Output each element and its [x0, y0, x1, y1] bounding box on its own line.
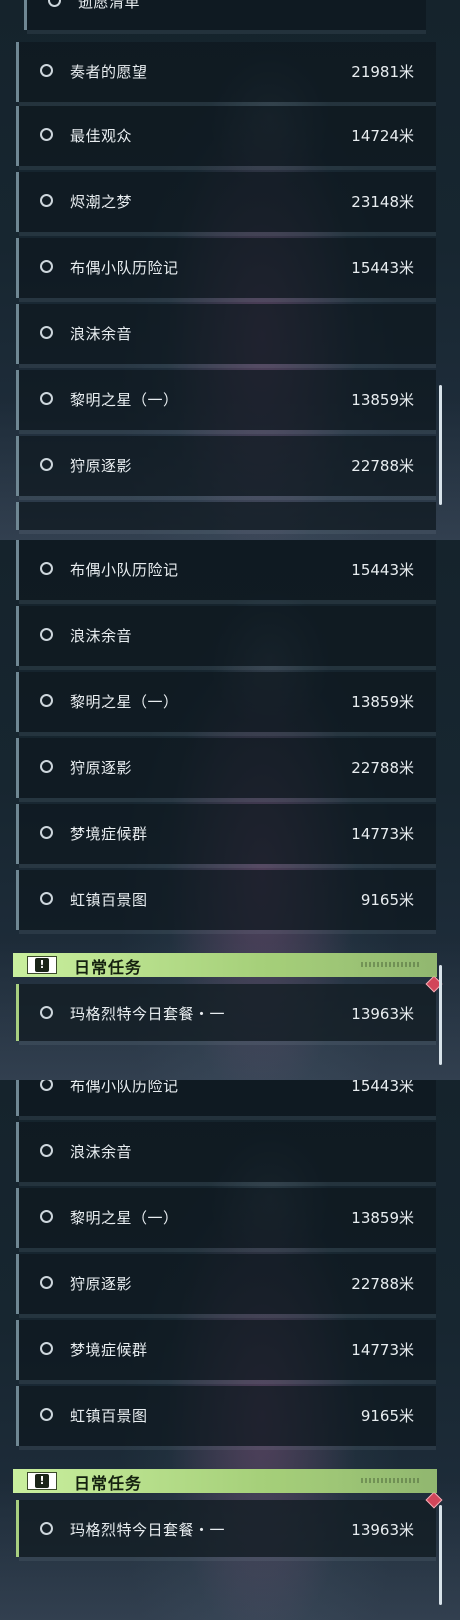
quest-status-circle-icon	[40, 628, 53, 641]
quest-status-circle-icon	[40, 892, 53, 905]
daily-tasks-header[interactable]: ! 日常任务	[13, 1469, 437, 1493]
quest-status-circle-icon	[40, 1522, 53, 1535]
quest-title: 烬潮之梦	[70, 193, 133, 211]
quest-status-circle-icon	[40, 128, 53, 141]
header-decoration	[361, 962, 421, 967]
quest-status-circle-icon	[40, 1276, 53, 1289]
quest-row[interactable]: 布偶小队历险记 15443米	[16, 1080, 436, 1120]
quest-title: 浪沫余音	[70, 325, 133, 343]
quest-status-circle-icon	[40, 260, 53, 273]
quest-status-circle-icon	[40, 392, 53, 405]
quest-title: 浪沫余音	[70, 627, 133, 645]
quest-distance: 15443米	[351, 1080, 414, 1095]
quest-row[interactable]: 梦境症候群 14773米	[16, 1320, 436, 1384]
quest-row[interactable]: 奏者的愿望 21981米	[16, 42, 436, 106]
quest-title: 布偶小队历险记	[70, 561, 179, 579]
daily-tasks-title: 日常任务	[74, 1474, 143, 1493]
quest-title: 狩原逐影	[70, 759, 133, 777]
quest-distance: 9165米	[360, 1407, 414, 1425]
quest-status-circle-icon	[40, 64, 53, 77]
quest-status-circle-icon	[40, 1408, 53, 1421]
scrollbar-thumb[interactable]	[439, 385, 442, 505]
daily-quest-row[interactable]: 玛格烈特今日套餐・一 13963米	[16, 1491, 443, 1561]
quest-title: 布偶小队历险记	[70, 259, 179, 277]
quest-distance: 13859米	[351, 1209, 414, 1227]
quest-distance: 22788米	[351, 1275, 414, 1293]
quest-distance: 9165米	[360, 891, 414, 909]
quest-title: 玛格烈特今日套餐・一	[70, 1521, 226, 1539]
quest-title: 狩原逐影	[70, 457, 133, 475]
quest-row[interactable]: 虹镇百景图 9165米	[16, 870, 436, 934]
header-decoration	[361, 1478, 421, 1483]
quest-row[interactable]: 黎明之星（一） 13859米	[16, 370, 436, 434]
quest-row[interactable]: 狩原逐影 22788米	[16, 1254, 436, 1318]
quest-row[interactable]: 虹镇百景图 9165米	[16, 1386, 436, 1450]
quest-row[interactable]: 浪沫余音	[16, 1122, 436, 1186]
quest-status-circle-icon	[40, 1210, 53, 1223]
quest-status-circle-icon	[40, 194, 53, 207]
quest-distance: 22788米	[351, 759, 414, 777]
quest-title: 狩原逐影	[70, 1275, 133, 1293]
quest-title: 黎明之星（一）	[70, 693, 179, 711]
quest-distance: 14773米	[351, 825, 414, 843]
quest-distance: 13859米	[351, 391, 414, 409]
quest-title: 布偶小队历险记	[70, 1080, 179, 1095]
quest-distance: 14773米	[351, 1341, 414, 1359]
quest-distance: 15443米	[351, 259, 414, 277]
quest-list-panel-1: 逝愿清单 奏者的愿望 21981米 最佳观众 14724米 烬潮之梦 23148…	[0, 0, 460, 540]
alert-icon: !	[27, 956, 57, 974]
quest-status-circle-icon	[40, 1006, 53, 1019]
quest-title: 黎明之星（一）	[70, 391, 179, 409]
quest-row[interactable]: 狩原逐影 22788米	[16, 436, 436, 500]
quest-title: 逝愿清单	[78, 0, 141, 11]
quest-title: 虹镇百景图	[70, 891, 148, 909]
quest-row[interactable]: 梦境症候群 14773米	[16, 804, 436, 868]
quest-row[interactable]	[16, 502, 436, 534]
quest-row[interactable]: 逝愿清单	[24, 0, 426, 34]
quest-list-panel-3: 布偶小队历险记 15443米 浪沫余音 黎明之星（一） 13859米 狩原逐影 …	[0, 1080, 460, 1620]
quest-title: 梦境症候群	[70, 825, 148, 843]
quest-list-panel-2: 布偶小队历险记 15443米 浪沫余音 黎明之星（一） 13859米 狩原逐影 …	[0, 540, 460, 1080]
quest-status-circle-icon	[48, 0, 61, 7]
daily-tasks-title: 日常任务	[74, 958, 143, 977]
quest-distance: 23148米	[351, 193, 414, 211]
quest-row[interactable]: 浪沫余音	[16, 304, 436, 368]
quest-title: 浪沫余音	[70, 1143, 133, 1161]
quest-title: 黎明之星（一）	[70, 1209, 179, 1227]
alert-icon: !	[27, 1472, 57, 1490]
quest-title: 最佳观众	[70, 127, 133, 145]
quest-status-circle-icon	[40, 694, 53, 707]
quest-status-circle-icon	[40, 1080, 53, 1091]
quest-row[interactable]: 黎明之星（一） 13859米	[16, 1188, 436, 1252]
quest-distance: 14724米	[351, 127, 414, 145]
quest-title: 梦境症候群	[70, 1341, 148, 1359]
quest-distance: 22788米	[351, 457, 414, 475]
quest-row[interactable]: 烬潮之梦 23148米	[16, 172, 436, 236]
quest-distance: 15443米	[351, 561, 414, 579]
quest-distance: 13963米	[351, 1521, 414, 1539]
quest-status-circle-icon	[40, 326, 53, 339]
daily-quest-row[interactable]: 玛格烈特今日套餐・一 13963米	[16, 975, 443, 1045]
quest-status-circle-icon	[40, 1342, 53, 1355]
scrollbar-thumb[interactable]	[439, 1505, 442, 1605]
quest-status-circle-icon	[40, 1144, 53, 1157]
quest-status-circle-icon	[40, 562, 53, 575]
scrollbar-thumb[interactable]	[439, 965, 442, 1065]
quest-row[interactable]: 布偶小队历险记 15443米	[16, 540, 436, 604]
quest-row[interactable]: 黎明之星（一） 13859米	[16, 672, 436, 736]
quest-distance: 13859米	[351, 693, 414, 711]
quest-status-circle-icon	[40, 760, 53, 773]
quest-distance: 21981米	[351, 63, 414, 81]
quest-status-circle-icon	[40, 458, 53, 471]
quest-row[interactable]: 最佳观众 14724米	[16, 106, 436, 170]
quest-distance: 13963米	[351, 1005, 414, 1023]
quest-title: 虹镇百景图	[70, 1407, 148, 1425]
quest-status-circle-icon	[40, 826, 53, 839]
quest-title: 玛格烈特今日套餐・一	[70, 1005, 226, 1023]
quest-row[interactable]: 浪沫余音	[16, 606, 436, 670]
daily-tasks-header[interactable]: ! 日常任务	[13, 953, 437, 977]
quest-row[interactable]: 狩原逐影 22788米	[16, 738, 436, 802]
quest-row[interactable]: 布偶小队历险记 15443米	[16, 238, 436, 302]
quest-title: 奏者的愿望	[70, 63, 148, 81]
